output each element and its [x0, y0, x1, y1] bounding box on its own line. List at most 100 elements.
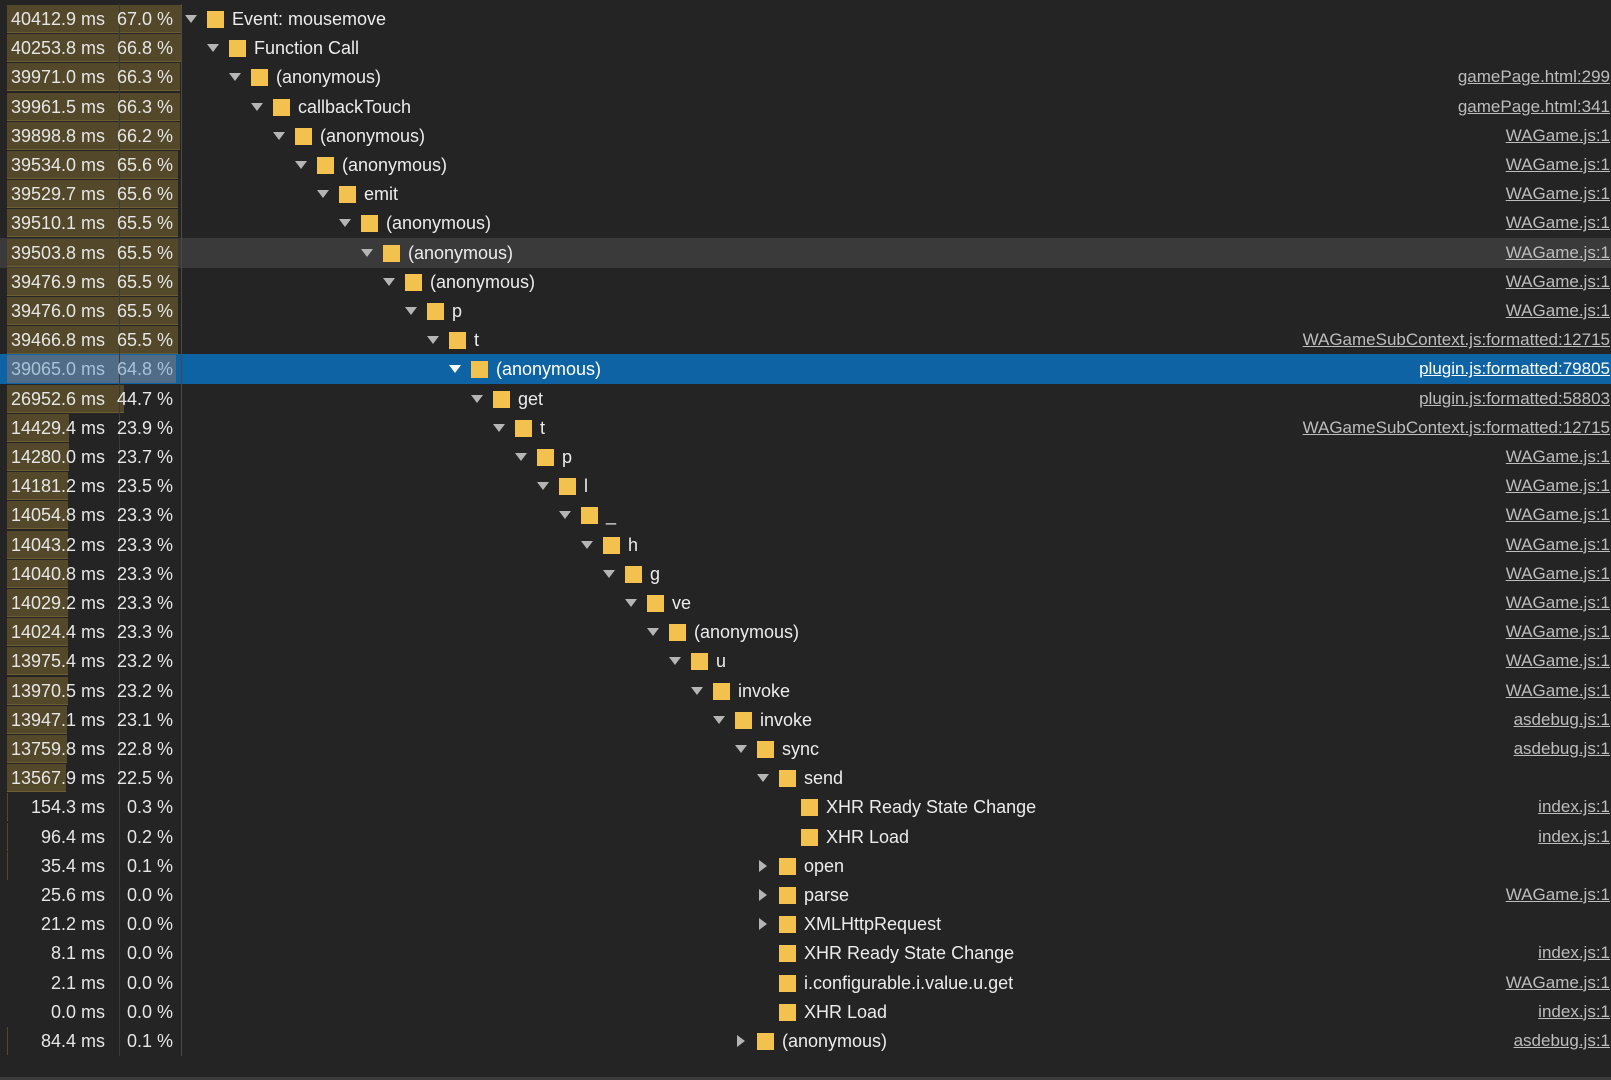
source-link[interactable]: asdebug.js:1 — [1514, 739, 1610, 759]
tree-row[interactable]: 39065.0 ms 64.8 % (anonymous) plugin.js:for… — [0, 354, 1611, 385]
tree-row[interactable]: 35.4 ms 0.1 % open — [0, 850, 1611, 881]
source-link[interactable]: index.js:1 — [1538, 797, 1610, 817]
triangle-down-icon[interactable] — [361, 248, 373, 257]
tree-row[interactable]: 14040.8 ms 23.3 % g WAGame.js:1 — [0, 558, 1611, 589]
triangle-right-icon[interactable] — [759, 859, 767, 872]
tree-row[interactable]: 14043.2 ms 23.3 % h WAGame.js:1 — [0, 529, 1611, 560]
triangle-down-icon[interactable] — [383, 277, 395, 286]
triangle-right-icon[interactable] — [759, 918, 767, 931]
tree-row[interactable]: 96.4 ms 0.2 % XHR Load index.js:1 — [0, 821, 1611, 852]
source-link[interactable]: WAGame.js:1 — [1506, 535, 1610, 555]
scripting-category-icon — [537, 449, 554, 466]
tree-row[interactable]: 40412.9 ms 67.0 % Event: mousemove — [0, 4, 1611, 34]
tree-row[interactable]: 26952.6 ms 44.7 % get plugin.js:formatted:5… — [0, 383, 1611, 414]
source-link[interactable]: plugin.js:formatted:58803 — [1419, 389, 1610, 409]
source-link[interactable]: WAGame.js:1 — [1506, 476, 1610, 496]
triangle-down-icon[interactable] — [735, 745, 747, 753]
total-percent-cell: 65.6 % — [117, 150, 182, 180]
tree-row[interactable]: 21.2 ms 0.0 % XMLHttpRequest — [0, 909, 1611, 940]
triangle-down-icon[interactable] — [405, 307, 417, 315]
source-link[interactable]: WAGame.js:1 — [1506, 126, 1610, 146]
triangle-down-icon[interactable] — [669, 657, 681, 666]
tree-row[interactable]: 154.3 ms 0.3 % XHR Ready State Change index… — [0, 792, 1611, 823]
triangle-down-icon[interactable] — [229, 73, 241, 82]
source-link[interactable]: index.js:1 — [1538, 827, 1610, 847]
tree-row[interactable]: 39476.9 ms 65.5 % (anonymous) WAGame.js:1 — [0, 266, 1611, 297]
tree-row[interactable]: 14029.2 ms 23.3 % ve WAGame.js:1 — [0, 588, 1611, 618]
triangle-down-icon[interactable] — [207, 44, 219, 53]
tree-row[interactable]: 2.1 ms 0.0 % i.configurable.i.value.u.get W… — [0, 967, 1611, 998]
tree-row[interactable]: 13975.4 ms 23.2 % u WAGame.js:1 — [0, 646, 1611, 677]
tree-row[interactable]: 13947.1 ms 23.1 % invoke asdebug.js:1 — [0, 704, 1611, 735]
tree-row[interactable]: 14280.0 ms 23.7 % p WAGame.js:1 — [0, 442, 1611, 472]
triangle-down-icon[interactable] — [515, 453, 527, 461]
tree-row[interactable]: 39534.0 ms 65.6 % (anonymous) WAGame.js:1 — [0, 150, 1611, 180]
source-link[interactable]: WAGameSubContext.js:formatted:12715 — [1303, 330, 1610, 350]
triangle-down-icon[interactable] — [339, 219, 351, 228]
triangle-down-icon[interactable] — [185, 15, 197, 23]
tree-row[interactable]: 14054.8 ms 23.3 % _ WAGame.js:1 — [0, 500, 1611, 531]
source-link[interactable]: WAGame.js:1 — [1506, 447, 1610, 467]
triangle-down-icon[interactable] — [603, 569, 615, 578]
source-link[interactable]: WAGame.js:1 — [1506, 681, 1610, 701]
source-link[interactable]: WAGame.js:1 — [1506, 593, 1610, 613]
triangle-down-icon[interactable] — [471, 394, 483, 403]
triangle-down-icon[interactable] — [427, 336, 439, 345]
triangle-down-icon[interactable] — [691, 686, 703, 695]
triangle-down-icon[interactable] — [537, 482, 549, 491]
source-link[interactable]: WAGame.js:1 — [1506, 184, 1610, 204]
tree-row[interactable]: 84.4 ms 0.1 % (anonymous) asdebug.js:1 — [0, 1026, 1611, 1056]
triangle-down-icon[interactable] — [647, 628, 659, 637]
tree-row[interactable]: 39529.7 ms 65.6 % emit WAGame.js:1 — [0, 179, 1611, 210]
triangle-down-icon[interactable] — [273, 131, 285, 140]
triangle-right-icon[interactable] — [759, 889, 767, 901]
tree-row[interactable]: 39503.8 ms 65.5 % (anonymous) WAGame.js:1 — [0, 237, 1611, 268]
source-link[interactable]: asdebug.js:1 — [1514, 1031, 1610, 1051]
triangle-down-icon[interactable] — [625, 599, 637, 607]
triangle-right-icon[interactable] — [737, 1035, 745, 1047]
tree-row[interactable]: 13759.8 ms 22.8 % sync asdebug.js:1 — [0, 734, 1611, 764]
source-link[interactable]: WAGame.js:1 — [1506, 505, 1610, 525]
triangle-down-icon[interactable] — [251, 102, 263, 111]
source-link[interactable]: WAGame.js:1 — [1506, 213, 1610, 233]
triangle-down-icon[interactable] — [713, 715, 725, 724]
tree-row[interactable]: 14429.4 ms 23.9 % t WAGameSubContext.js:for… — [0, 412, 1611, 443]
tree-row[interactable]: 39961.5 ms 66.3 % callbackTouch gamePage.ht… — [0, 91, 1611, 122]
source-link[interactable]: asdebug.js:1 — [1514, 710, 1610, 730]
tree-row[interactable]: 40253.8 ms 66.8 % Function Call — [0, 33, 1611, 64]
tree-row[interactable]: 39476.0 ms 65.5 % p WAGame.js:1 — [0, 296, 1611, 326]
tree-row[interactable]: 39898.8 ms 66.2 % (anonymous) WAGame.js:1 — [0, 120, 1611, 151]
source-link[interactable]: gamePage.html:299 — [1458, 67, 1610, 87]
source-link[interactable]: index.js:1 — [1538, 1002, 1610, 1022]
source-link[interactable]: WAGame.js:1 — [1506, 973, 1610, 993]
source-link[interactable]: WAGame.js:1 — [1506, 651, 1610, 671]
source-link[interactable]: WAGame.js:1 — [1506, 155, 1610, 175]
source-link[interactable]: WAGame.js:1 — [1506, 564, 1610, 584]
triangle-down-icon[interactable] — [493, 423, 505, 432]
tree-row[interactable]: 14181.2 ms 23.5 % l WAGame.js:1 — [0, 471, 1611, 502]
source-link[interactable]: WAGame.js:1 — [1506, 272, 1610, 292]
source-link[interactable]: WAGame.js:1 — [1506, 301, 1610, 321]
tree-row[interactable]: 0.0 ms 0.0 % XHR Load index.js:1 — [0, 996, 1611, 1027]
source-link[interactable]: gamePage.html:341 — [1458, 97, 1610, 117]
source-link[interactable]: plugin.js:formatted:79805 — [1419, 359, 1610, 379]
tree-row[interactable]: 25.6 ms 0.0 % parse WAGame.js:1 — [0, 880, 1611, 910]
tree-row[interactable]: 39466.8 ms 65.5 % t WAGameSubContext.js:for… — [0, 325, 1611, 356]
source-link[interactable]: WAGameSubContext.js:formatted:12715 — [1303, 418, 1610, 438]
tree-row[interactable]: 39971.0 ms 66.3 % (anonymous) gamePage.html… — [0, 62, 1611, 93]
tree-row[interactable]: 13567.9 ms 22.5 % send — [0, 763, 1611, 794]
triangle-down-icon[interactable] — [295, 161, 307, 169]
triangle-down-icon[interactable] — [581, 540, 593, 549]
triangle-down-icon[interactable] — [757, 774, 769, 783]
source-link[interactable]: WAGame.js:1 — [1506, 622, 1610, 642]
triangle-down-icon[interactable] — [449, 365, 461, 374]
tree-row[interactable]: 13970.5 ms 23.2 % invoke WAGame.js:1 — [0, 675, 1611, 706]
triangle-down-icon[interactable] — [559, 511, 571, 520]
tree-row[interactable]: 8.1 ms 0.0 % XHR Ready State Change index.j… — [0, 938, 1611, 969]
triangle-down-icon[interactable] — [317, 190, 329, 199]
source-link[interactable]: WAGame.js:1 — [1506, 885, 1610, 905]
source-link[interactable]: index.js:1 — [1538, 943, 1610, 963]
tree-row[interactable]: 39510.1 ms 65.5 % (anonymous) WAGame.js:1 — [0, 208, 1611, 239]
source-link[interactable]: WAGame.js:1 — [1506, 243, 1610, 263]
tree-row[interactable]: 14024.4 ms 23.3 % (anonymous) WAGame.js:1 — [0, 617, 1611, 648]
